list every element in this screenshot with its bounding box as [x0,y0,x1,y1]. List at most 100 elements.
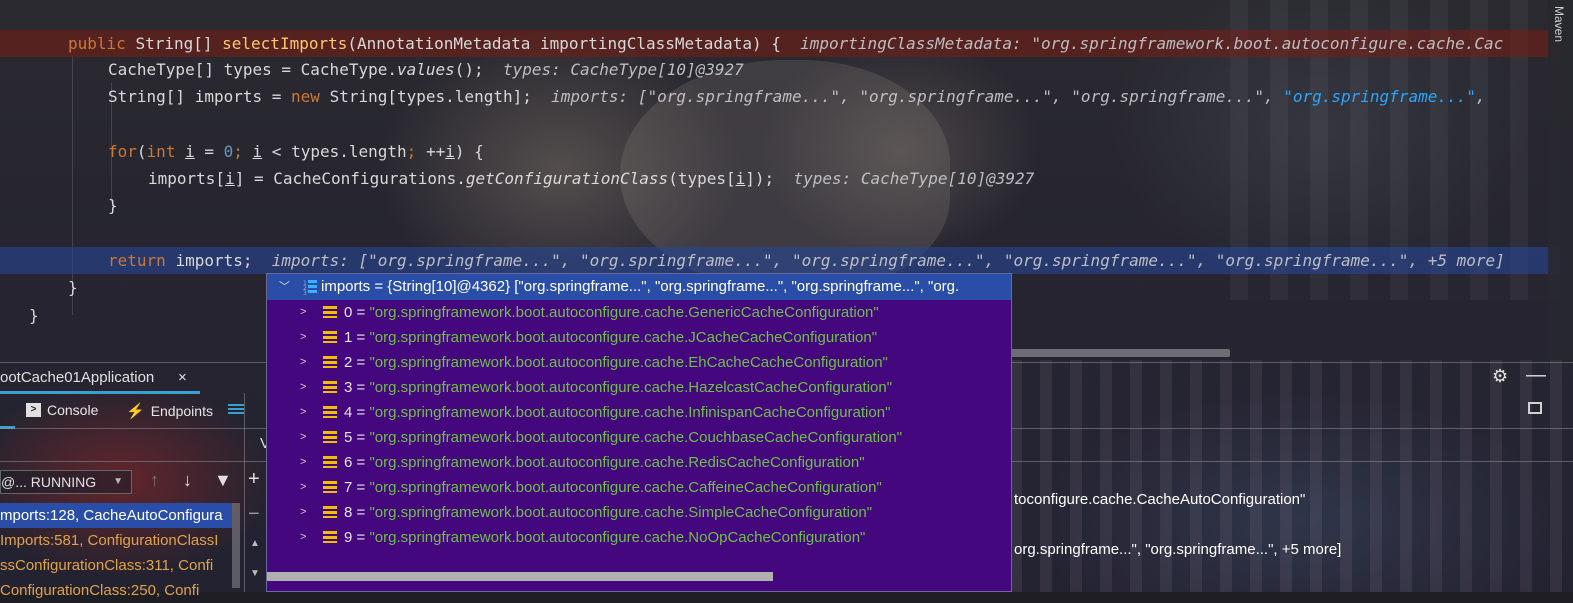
code-token: ]; [512,87,552,106]
arrow-down-icon[interactable]: ↓ [183,470,192,491]
element-value: "org.springframework.boot.autoconfigure.… [369,304,879,321]
field-icon [323,506,337,518]
chevron-right-icon[interactable]: > [300,475,306,500]
array-element-row[interactable]: >4 = "org.springframework.boot.autoconfi… [267,400,1011,425]
code-line[interactable] [0,110,1560,137]
chevron-right-icon[interactable]: > [300,325,306,350]
layout-icon[interactable] [1528,402,1542,414]
add-watch-button[interactable]: + [248,468,260,491]
array-element-row[interactable]: >3 = "org.springframework.boot.autoconfi… [267,375,1011,400]
element-index: 4 = [344,404,370,421]
chevron-right-icon[interactable]: > [300,350,306,375]
variable-inspector-popup[interactable]: ﹀ 1 2 3 imports = {String[10]@4362} ["or… [266,273,1012,592]
element-entry: 6 = "org.springframework.boot.autoconfig… [344,450,865,475]
chevron-right-icon[interactable]: > [300,500,306,525]
array-element-row[interactable]: >5 = "org.springframework.boot.autoconfi… [267,425,1011,450]
popup-horizontal-scrollbar[interactable] [267,572,773,581]
chevron-right-icon[interactable]: > [300,425,306,450]
element-entry: 0 = "org.springframework.boot.autoconfig… [344,300,879,325]
chevron-right-icon[interactable]: > [300,375,306,400]
arrow-up-icon[interactable]: ↑ [150,470,159,491]
tab-console-label: Console [47,402,99,418]
code-token: ; [233,142,253,161]
chevron-right-icon[interactable]: > [300,450,306,475]
close-icon[interactable]: × [178,369,187,386]
code-line[interactable]: CacheType[] types = CacheType.values(); … [0,56,1560,83]
minimize-icon[interactable]: — [1526,364,1546,387]
popup-header-row[interactable]: ﹀ 1 2 3 imports = {String[10]@4362} ["or… [267,274,1011,300]
code-token: (); [454,60,503,79]
array-element-row[interactable]: >6 = "org.springframework.boot.autoconfi… [267,450,1011,475]
code-token: int [146,142,186,161]
code-token: for [108,142,137,161]
element-entry: 8 = "org.springframework.boot.autoconfig… [344,500,872,525]
code-line[interactable]: String[] imports = new String[types.leng… [0,83,1560,110]
code-line[interactable]: } [0,192,1560,219]
code-line[interactable]: public String[] selectImports(Annotation… [0,30,1560,57]
array-element-row[interactable]: >9 = "org.springframework.boot.autoconfi… [267,525,1011,550]
element-index: 6 = [344,454,370,471]
code-token: i [735,169,746,188]
code-line[interactable]: imports[i] = CacheConfigurations.getConf… [0,165,1560,192]
chevron-down-icon: ▼ [113,476,123,487]
inline-debug-hint: "org.springframe..." [1283,87,1476,106]
array-element-row[interactable]: >8 = "org.springframework.boot.autoconfi… [267,500,1011,525]
chevron-right-icon[interactable]: > [300,400,306,425]
tab-console[interactable]: > Console [26,402,98,418]
editor-horizontal-scrollbar[interactable] [1010,349,1230,357]
element-entry: 4 = "org.springframework.boot.autoconfig… [344,400,890,425]
code-token: String[] imports = [108,87,292,106]
remove-watch-button[interactable]: − [248,503,260,526]
stack-frame[interactable]: ssConfigurationClass:311, Confi [0,553,232,578]
chevron-down-icon[interactable]: ﹀ [279,274,290,300]
tab-endpoints[interactable]: ⚡ Endpoints [126,402,213,420]
stack-frame[interactable]: Imports:581, ConfigurationClassI [0,528,232,553]
code-token: CacheType[] types = CacheType. [108,60,397,79]
field-icon [323,356,337,368]
element-value: "org.springframework.boot.autoconfigure.… [369,479,882,496]
array-element-row[interactable]: >0 = "org.springframework.boot.autoconfi… [267,300,1011,325]
array-element-row[interactable]: >7 = "org.springframework.boot.autoconfi… [267,475,1011,500]
code-token: i [252,142,263,161]
code-token: values [396,60,455,79]
threads-icon[interactable] [228,404,244,416]
field-icon [323,306,337,318]
frames-list[interactable]: mports:128, CacheAutoConfigura Imports:58… [0,503,232,603]
array-element-row[interactable]: >1 = "org.springframework.boot.autoconfi… [267,325,1011,350]
code-token: } [68,278,78,297]
code-token: < types. [262,142,349,161]
code-line[interactable] [0,219,1560,246]
code-token: i [185,142,195,161]
element-value: "org.springframework.boot.autoconfigure.… [369,529,866,546]
element-index: 9 = [344,529,370,546]
element-index: 8 = [344,504,370,521]
code-token: String[] [135,34,223,53]
run-tab-label[interactable]: ootCache01Application [0,369,154,386]
code-token: selectImports [222,34,348,53]
gear-icon[interactable]: ⚙ [1492,366,1508,387]
move-down-icon[interactable]: ▼ [250,568,260,579]
chevron-right-icon[interactable]: > [300,300,306,325]
array-element-row[interactable]: >2 = "org.springframework.boot.autoconfi… [267,350,1011,375]
frames-scrollbar[interactable] [232,503,240,588]
stack-frame[interactable]: mports:128, CacheAutoConfigura [0,503,232,528]
stack-frame[interactable]: ConfigurationClass:250, Confi [0,578,232,603]
maven-tool-button[interactable]: Maven [1552,6,1566,42]
element-entry: 5 = "org.springframework.boot.autoconfig… [344,425,902,450]
inline-debug-hint: types: CacheType[10]@3927 [502,60,744,79]
filter-icon[interactable]: ▼ [214,470,232,491]
code-line[interactable]: return imports; imports: ["org.springfra… [0,247,1560,274]
thread-selector[interactable]: @... RUNNING ▼ [0,470,132,494]
field-icon [323,431,337,443]
console-icon: > [26,403,41,417]
array-icon: 1 2 3 [303,280,317,295]
code-line[interactable]: for(int i = 0; i < types.length; ++i) { [0,138,1560,165]
tab-endpoints-label: Endpoints [150,403,213,419]
run-tab-indicator [0,391,200,394]
code-token: i [225,169,235,188]
inline-debug-hint: imports: ["org.springframe...", "org.spr… [551,87,1284,106]
chevron-right-icon[interactable]: > [300,525,306,550]
move-up-icon[interactable]: ▲ [250,538,260,549]
field-icon [323,406,337,418]
variable-value-partial: toconfigure.cache.CacheAutoConfiguration… [1014,491,1306,508]
